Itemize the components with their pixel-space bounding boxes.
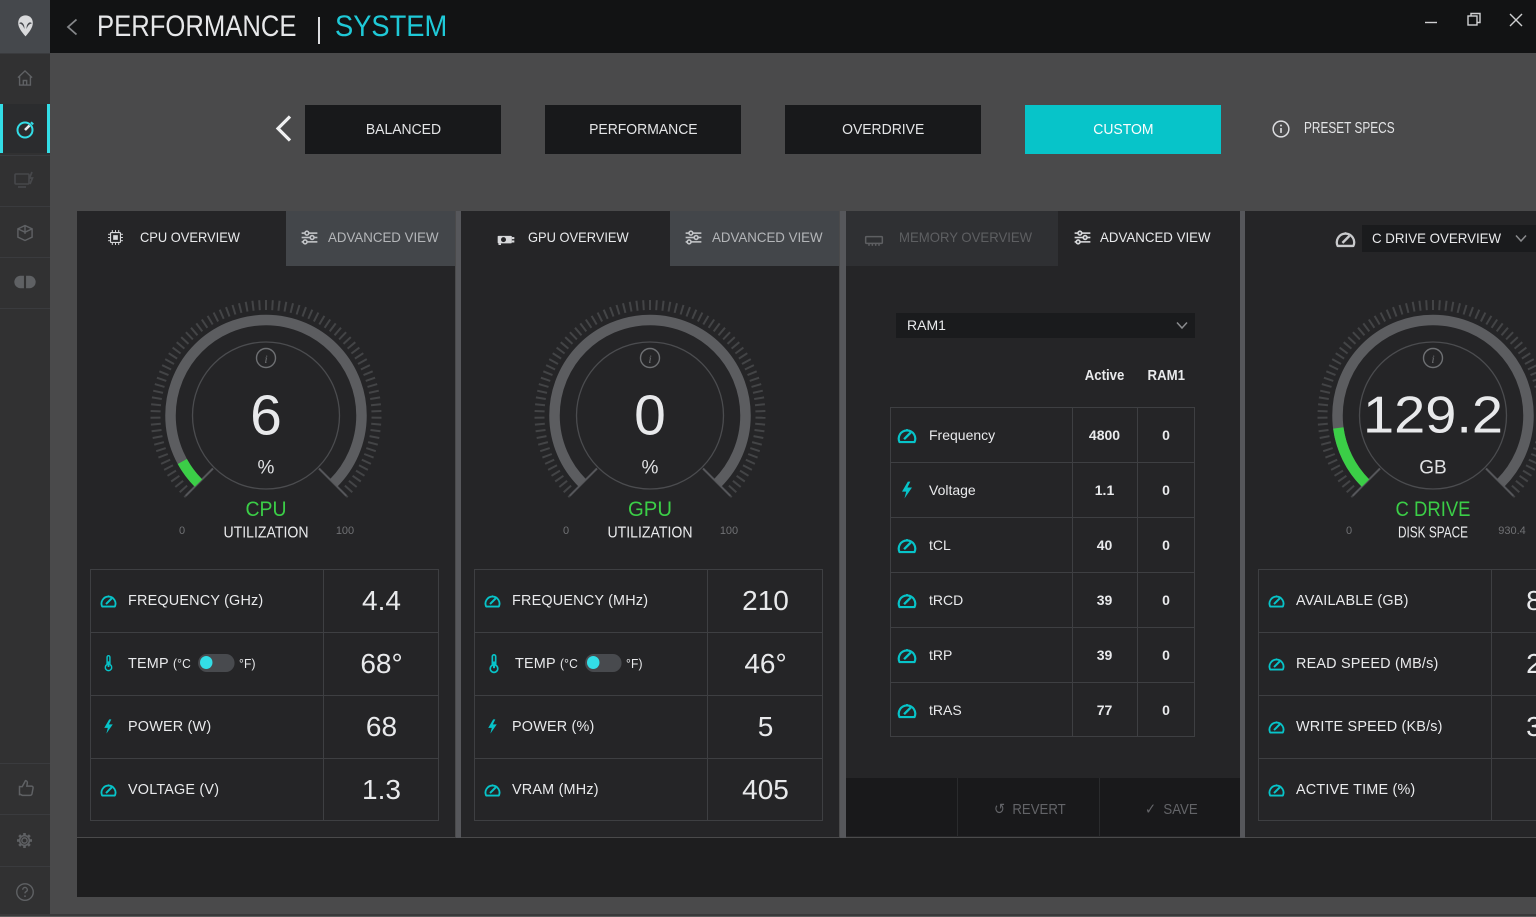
svg-text:0: 0 [179, 525, 185, 537]
svg-text:C DRIVE: C DRIVE [1396, 497, 1471, 521]
svg-text:0: 0 [563, 525, 569, 537]
svg-text:CPU: CPU [246, 497, 287, 521]
svg-text:930.4: 930.4 [1498, 525, 1526, 537]
svg-text:GB: GB [1419, 458, 1446, 479]
svg-text:i: i [648, 352, 651, 366]
svg-text:0: 0 [634, 384, 666, 448]
svg-text:%: % [258, 458, 275, 479]
svg-text:GPU: GPU [628, 497, 672, 521]
svg-text:%: % [642, 458, 659, 479]
svg-text:6: 6 [250, 384, 282, 448]
svg-text:100: 100 [720, 525, 738, 537]
svg-text:i: i [264, 352, 267, 366]
svg-text:100: 100 [336, 525, 354, 537]
svg-text:129.2: 129.2 [1363, 387, 1503, 445]
svg-text:UTILIZATION: UTILIZATION [608, 525, 693, 541]
svg-text:DISK SPACE: DISK SPACE [1398, 525, 1468, 541]
svg-text:i: i [1431, 352, 1434, 366]
svg-text:0: 0 [1346, 525, 1352, 537]
svg-text:UTILIZATION: UTILIZATION [224, 525, 309, 541]
